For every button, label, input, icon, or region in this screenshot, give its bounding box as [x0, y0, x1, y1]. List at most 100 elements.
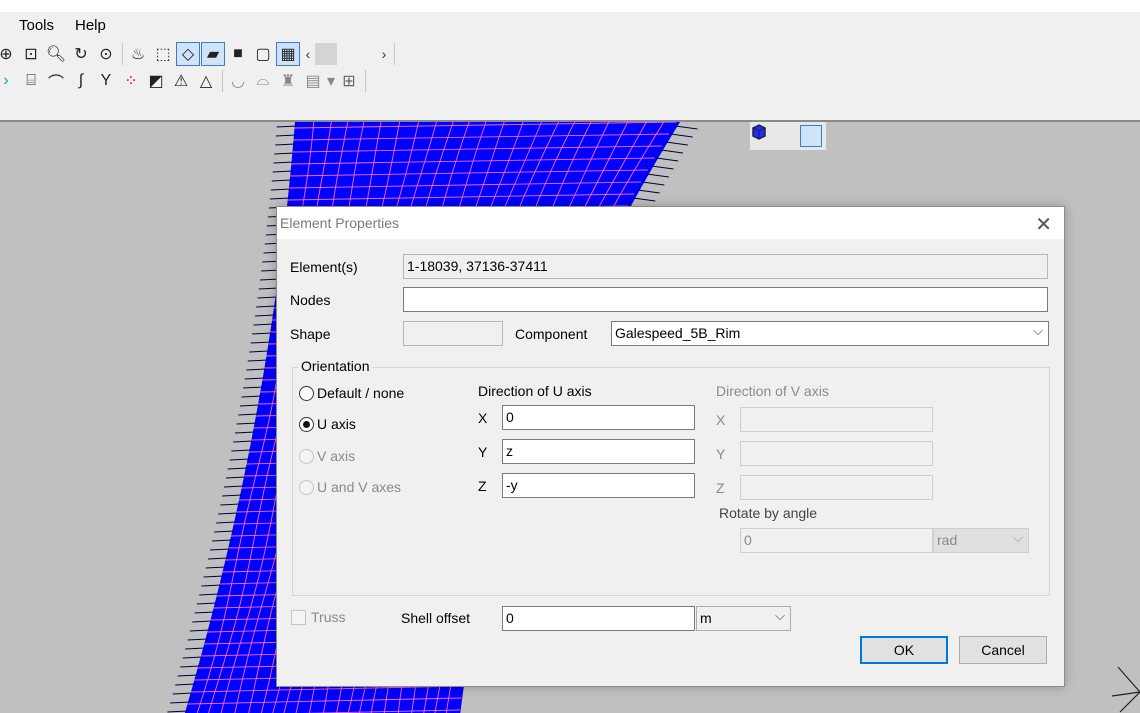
- ok-button[interactable]: OK: [860, 636, 948, 664]
- box-view-icon[interactable]: ▢: [251, 42, 275, 66]
- select-tool-icon[interactable]: ⬚: [151, 42, 175, 66]
- view-mode-bar: [750, 122, 826, 150]
- rotate-icon[interactable]: ↻: [69, 42, 93, 66]
- normal-tick: [665, 141, 688, 146]
- scroll-right-icon[interactable]: ›: [377, 42, 391, 66]
- toolbar-area: ⊕ ⊡ 🔍︎ ↻ ⊙ ♨ ⬚ ◇ ▰ ■ ▢ ▦ ‹ › › ⌸ ⌒ ∫ Y ⁘…: [0, 40, 1140, 120]
- chevron-down-icon: ⌵: [775, 608, 785, 623]
- normal-tick: [220, 503, 241, 506]
- v-x-label: X: [716, 412, 726, 428]
- bowl-icon[interactable]: ◡: [226, 69, 250, 93]
- menu-bar: Tools Help: [0, 12, 1140, 40]
- shell-offset-unit-select[interactable]: m ⌵: [696, 606, 791, 631]
- chevron-down-icon: ⌵: [1013, 530, 1023, 545]
- triangle-mesh-icon[interactable]: ⚠: [169, 69, 193, 93]
- cancel-button[interactable]: Cancel: [959, 636, 1047, 664]
- rotate-label: Rotate by angle: [719, 505, 818, 521]
- zoom-fit-icon[interactable]: ⊙: [94, 42, 118, 66]
- scroll-left-icon[interactable]: ‹: [301, 42, 315, 66]
- rotate-unit-select[interactable]: rad ⌵: [933, 528, 1029, 553]
- elements-field[interactable]: 1-18039, 37136-37411: [403, 254, 1048, 279]
- u-x-label: X: [478, 410, 488, 426]
- shape-field[interactable]: [403, 321, 503, 346]
- normal-tick: [651, 165, 674, 170]
- dropdown-arrow-icon[interactable]: ▾: [326, 69, 336, 93]
- normal-tick: [254, 314, 275, 317]
- menu-help[interactable]: Help: [75, 17, 106, 34]
- half-cube-icon[interactable]: [752, 124, 798, 147]
- mesh-view-icon[interactable]: ▦: [276, 42, 300, 66]
- truss-label: Truss: [311, 609, 346, 625]
- zoom-icon[interactable]: 🔍︎: [44, 42, 68, 66]
- arch-icon[interactable]: ⌒: [44, 69, 68, 93]
- rotate-unit-value: rad: [937, 532, 958, 548]
- render-icon[interactable]: ♨: [126, 42, 150, 66]
- toolbar-row-1: ⊕ ⊡ 🔍︎ ↻ ⊙ ♨ ⬚ ◇ ▰ ■ ▢ ▦ ‹ ›: [0, 41, 398, 67]
- u-y-field[interactable]: z: [502, 439, 695, 464]
- v-z-field[interactable]: [740, 475, 933, 500]
- v-x-field[interactable]: [740, 407, 933, 432]
- normal-tick: [252, 332, 273, 335]
- truss-checkbox[interactable]: Truss: [291, 609, 345, 625]
- normal-tick: [175, 683, 196, 686]
- shell-offset-field[interactable]: 0: [502, 606, 695, 631]
- curve-icon[interactable]: ∫: [69, 69, 93, 93]
- u-z-field[interactable]: -y: [502, 473, 695, 498]
- arrow-icon[interactable]: ›: [0, 69, 18, 93]
- dish-icon[interactable]: ⌓: [251, 69, 275, 93]
- radio-label: V axis: [317, 448, 356, 464]
- normal-tick: [257, 296, 278, 299]
- normal-tick: [224, 485, 245, 488]
- dialog-title: Element Properties: [280, 215, 400, 231]
- toolbar-scroll-thumb[interactable]: [315, 43, 337, 65]
- toolbar-separator: [222, 70, 223, 92]
- radio-u-axis[interactable]: U axis: [299, 416, 356, 432]
- radio-u-and-v-axes[interactable]: U and V axes: [299, 479, 401, 495]
- menu-tools[interactable]: Tools: [19, 17, 54, 34]
- cylinder-icon[interactable]: ⌸: [19, 69, 43, 93]
- branch-icon[interactable]: Y: [94, 69, 118, 93]
- normal-tick: [660, 149, 684, 154]
- u-x-field[interactable]: 0: [502, 405, 695, 430]
- table-icon[interactable]: ⊞: [337, 69, 361, 93]
- normal-tick: [274, 152, 295, 155]
- nodes-label: Nodes: [290, 292, 331, 308]
- close-icon[interactable]: ✕: [1035, 212, 1052, 237]
- toolbar-row-2: › ⌸ ⌒ ∫ Y ⁘ ◩ ⚠ △ ◡ ⌓ ♜ ▤ ▾ ⊞: [0, 68, 369, 94]
- v-y-field[interactable]: [740, 441, 933, 466]
- rotate-angle-field[interactable]: 0: [740, 528, 933, 553]
- wireframe-view-icon[interactable]: ◇: [176, 42, 200, 66]
- normal-tick: [675, 125, 698, 130]
- component-select[interactable]: Galespeed_5B_Rim ⌵: [611, 321, 1049, 346]
- v-z-label: Z: [716, 480, 725, 496]
- zoom-box-icon[interactable]: ⊡: [19, 42, 43, 66]
- element-properties-dialog: Element Properties ✕ Element(s) 1-18039,…: [276, 206, 1065, 687]
- shaded-view-icon[interactable]: ▰: [201, 42, 225, 66]
- normal-tick: [256, 305, 277, 308]
- points-icon[interactable]: ⁘: [119, 69, 143, 93]
- toolbar-scroll-track[interactable]: [337, 43, 377, 65]
- solid-cube-icon[interactable]: [752, 124, 822, 147]
- radio-v-axis[interactable]: V axis: [299, 448, 355, 464]
- hull-icon[interactable]: ♜: [276, 69, 300, 93]
- u-axis-heading: Direction of U axis: [478, 383, 592, 399]
- normal-tick: [203, 575, 224, 578]
- layers-icon[interactable]: ◩: [144, 69, 168, 93]
- normal-tick: [209, 548, 231, 551]
- triangle-icon[interactable]: △: [194, 69, 218, 93]
- normal-tick: [222, 494, 243, 497]
- v-y-label: Y: [716, 446, 726, 462]
- normal-tick: [244, 377, 265, 380]
- pan-icon[interactable]: ⊕: [0, 42, 18, 66]
- nodes-field[interactable]: [403, 287, 1048, 312]
- normal-tick: [241, 395, 262, 398]
- film-icon[interactable]: ▤: [301, 69, 325, 93]
- normal-tick: [271, 179, 292, 182]
- radio-label: Default / none: [317, 385, 405, 401]
- axis-triad-icon: [1111, 666, 1140, 713]
- chevron-down-icon: ⌵: [1033, 323, 1043, 338]
- solid-view-icon[interactable]: ■: [226, 42, 250, 66]
- radio-label: U axis: [317, 416, 356, 432]
- radio-label: U and V axes: [317, 479, 402, 495]
- radio-default-none[interactable]: Default / none: [299, 385, 404, 401]
